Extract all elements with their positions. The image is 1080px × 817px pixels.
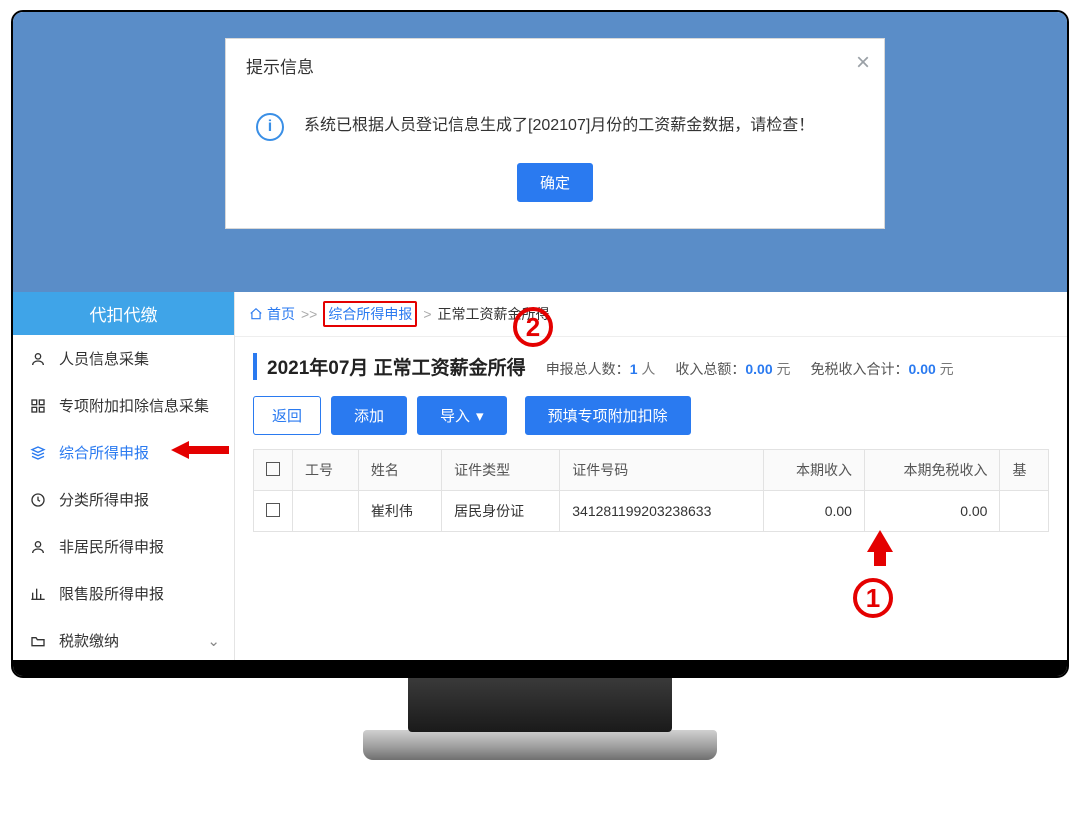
sidebar: 代扣代缴 人员信息采集 专项附加扣除信息采集 综合所得申报 分类所得申报 — [13, 292, 235, 660]
sidebar-item-label: 综合所得申报 — [59, 442, 149, 463]
checkbox-all[interactable] — [266, 462, 280, 476]
person-icon — [29, 351, 47, 367]
stat-unit: 元 — [940, 361, 954, 377]
modal-header: 提示信息 × — [226, 39, 884, 93]
col-idtype[interactable]: 证件类型 — [442, 450, 560, 491]
sidebar-item-label: 非居民所得申报 — [59, 536, 164, 557]
stat-income: 收入总额：0.00 元 — [675, 359, 790, 379]
table-header-row: 工号 姓名 证件类型 证件号码 本期收入 本期免税收入 基 — [254, 450, 1049, 491]
sidebar-item-classified[interactable]: 分类所得申报 — [13, 476, 234, 523]
stat-label: 免税收入合计： — [811, 361, 909, 377]
modal-footer: 确定 — [226, 149, 884, 228]
stat-people: 申报总人数：1 人 — [546, 359, 656, 379]
monitor-frame: 提示信息 × i 系统已根据人员登记信息生成了[202107]月份的工资薪金数据… — [11, 10, 1069, 678]
import-label: 导入 — [440, 405, 470, 426]
chart-icon — [29, 586, 47, 602]
sidebar-item-label: 税款缴纳 — [59, 630, 119, 651]
col-name[interactable]: 姓名 — [358, 450, 441, 491]
cell-idtype: 居民身份证 — [442, 491, 560, 532]
confirm-button[interactable]: 确定 — [517, 163, 593, 202]
sidebar-title: 代扣代缴 — [13, 292, 234, 335]
breadcrumb-current: 正常工资薪金所得 — [438, 304, 550, 324]
modal-title: 提示信息 — [246, 58, 314, 77]
clock-icon — [29, 492, 47, 508]
back-button[interactable]: 返回 — [253, 396, 321, 435]
data-table: 工号 姓名 证件类型 证件号码 本期收入 本期免税收入 基 — [253, 449, 1049, 532]
sidebar-item-comprehensive[interactable]: 综合所得申报 — [13, 429, 234, 476]
col-taxfree[interactable]: 本期免税收入 — [864, 450, 1000, 491]
cell-idno: 341281199203238633 — [560, 491, 764, 532]
col-idno[interactable]: 证件号码 — [560, 450, 764, 491]
breadcrumb-home[interactable]: 首页 — [249, 304, 295, 324]
content: 2021年07月 正常工资薪金所得 申报总人数：1 人 收入总额：0.00 元 … — [235, 337, 1067, 532]
folder-icon — [29, 633, 47, 649]
modal-body: i 系统已根据人员登记信息生成了[202107]月份的工资薪金数据，请检查！ — [226, 93, 884, 149]
monitor-stand — [408, 678, 672, 732]
info-icon: i — [256, 113, 284, 141]
stat-value: 0.00 — [909, 361, 936, 377]
sidebar-item-label: 专项附加扣除信息采集 — [59, 395, 209, 416]
home-icon — [249, 307, 263, 321]
breadcrumb-home-label: 首页 — [267, 304, 295, 324]
sidebar-item-restricted-stock[interactable]: 限售股所得申报 — [13, 570, 234, 617]
sidebar-item-label: 限售股所得申报 — [59, 583, 164, 604]
sidebar-item-personnel[interactable]: 人员信息采集 — [13, 335, 234, 382]
breadcrumb: 首页 >> 综合所得申报 > 正常工资薪金所得 — [235, 292, 1067, 337]
table-row[interactable]: 崔利伟 居民身份证 341281199203238633 0.00 0.00 — [254, 491, 1049, 532]
top-band: 提示信息 × i 系统已根据人员登记信息生成了[202107]月份的工资薪金数据… — [13, 12, 1067, 292]
sidebar-item-nonresident[interactable]: 非居民所得申报 — [13, 523, 234, 570]
checkbox-row[interactable] — [266, 503, 280, 517]
cell-name: 崔利伟 — [358, 491, 441, 532]
main: 首页 >> 综合所得申报 > 正常工资薪金所得 2 2021年07月 正常工资薪… — [235, 292, 1067, 660]
col-empno[interactable]: 工号 — [293, 450, 359, 491]
breadcrumb-link[interactable]: 综合所得申报 — [323, 301, 417, 327]
stat-taxfree: 免税收入合计：0.00 元 — [811, 359, 954, 379]
col-income[interactable]: 本期收入 — [764, 450, 865, 491]
stat-unit: 人 — [641, 361, 655, 377]
grid-icon — [29, 398, 47, 414]
import-button[interactable]: 导入 ▾ — [417, 396, 507, 435]
monitor-stand-base — [363, 730, 717, 760]
chevron-down-icon: ▾ — [476, 407, 484, 425]
stat-value: 0.00 — [745, 361, 772, 377]
toolbar: 返回 添加 导入 ▾ 预填专项附加扣除 — [253, 380, 1049, 449]
page-title: 2021年07月 正常工资薪金所得 — [253, 353, 526, 380]
stack-icon — [29, 445, 47, 461]
annotation-arrow-icon — [171, 437, 231, 463]
sidebar-item-label: 人员信息采集 — [59, 348, 149, 369]
breadcrumb-sep: >> — [301, 306, 317, 322]
add-button[interactable]: 添加 — [331, 396, 407, 435]
breadcrumb-sep: > — [423, 306, 431, 322]
sidebar-item-tax-payment[interactable]: 税款缴纳 ⌄ — [13, 617, 234, 664]
prefill-button[interactable]: 预填专项附加扣除 — [525, 396, 691, 435]
stat-value: 1 — [630, 361, 638, 377]
cell-base — [1000, 491, 1049, 532]
stat-label: 收入总额： — [675, 361, 745, 377]
alert-modal: 提示信息 × i 系统已根据人员登记信息生成了[202107]月份的工资薪金数据… — [225, 38, 885, 229]
app: 代扣代缴 人员信息采集 专项附加扣除信息采集 综合所得申报 分类所得申报 — [13, 292, 1067, 660]
col-base[interactable]: 基 — [1000, 450, 1049, 491]
chevron-down-icon: ⌄ — [207, 632, 220, 650]
person2-icon — [29, 539, 47, 555]
stat-label: 申报总人数： — [546, 361, 630, 377]
cell-empno — [293, 491, 359, 532]
annotation-arrow-up — [867, 530, 893, 552]
sidebar-item-label: 分类所得申报 — [59, 489, 149, 510]
modal-message: 系统已根据人员登记信息生成了[202107]月份的工资薪金数据，请检查！ — [304, 111, 814, 141]
cell-taxfree[interactable]: 0.00 — [864, 491, 1000, 532]
page-head: 2021年07月 正常工资薪金所得 申报总人数：1 人 收入总额：0.00 元 … — [253, 353, 1049, 380]
annotation-1: 1 — [853, 578, 893, 618]
close-icon[interactable]: × — [856, 51, 870, 75]
sidebar-item-deduction[interactable]: 专项附加扣除信息采集 — [13, 382, 234, 429]
cell-income[interactable]: 0.00 — [764, 491, 865, 532]
stat-unit: 元 — [777, 361, 791, 377]
